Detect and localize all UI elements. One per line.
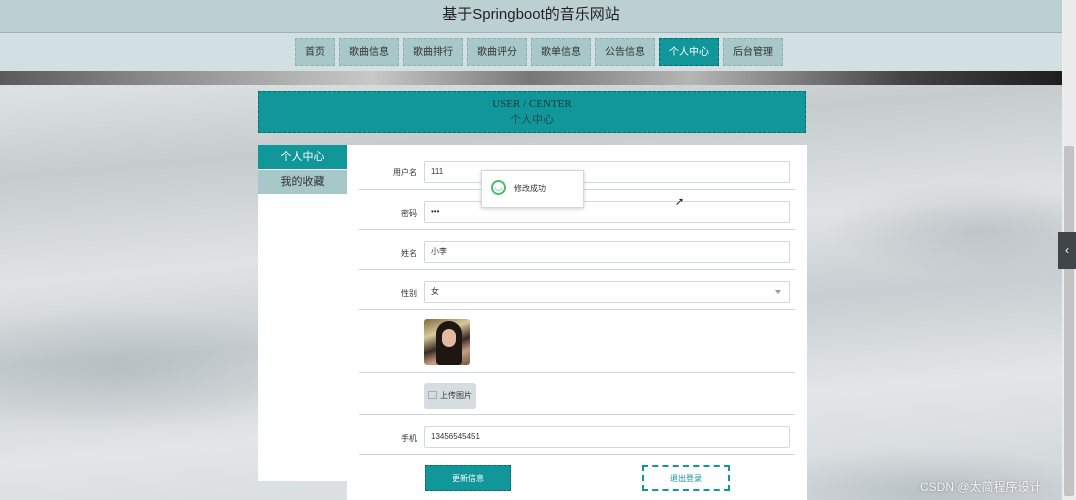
site-header: 基于Springboot的音乐网站 — [0, 0, 1062, 33]
nav-item-admin[interactable]: 后台管理 — [723, 38, 783, 66]
nav-item-personal-center[interactable]: 个人中心 — [659, 38, 719, 66]
name-input[interactable]: 小李 — [424, 241, 790, 263]
phone-input[interactable]: 13456545451 — [424, 426, 790, 448]
gender-select-value: 女 — [431, 287, 439, 296]
sidebar-item-favorites[interactable]: 我的收藏 — [258, 170, 347, 194]
nav-item-announcements[interactable]: 公告信息 — [595, 38, 655, 66]
image-icon — [428, 391, 437, 399]
upload-image-label: 上传图片 — [440, 391, 472, 400]
avatar-face — [442, 329, 456, 347]
username-input[interactable]: 111 — [424, 161, 790, 183]
form-row-gender: 性别 女 — [359, 269, 795, 310]
nav-item-playlist-info[interactable]: 歌单信息 — [531, 38, 591, 66]
mouse-cursor-icon: ➚ — [675, 196, 685, 208]
update-info-button[interactable]: 更新信息 — [425, 465, 511, 491]
nav-item-song-ranking[interactable]: 歌曲排行 — [403, 38, 463, 66]
password-input[interactable]: ••• — [424, 201, 790, 223]
nav-bar: 首页 歌曲信息 歌曲排行 歌曲评分 歌单信息 公告信息 个人中心 后台管理 — [0, 33, 1062, 71]
chevron-left-icon: ‹ — [1065, 243, 1069, 257]
logout-button[interactable]: 退出登录 — [642, 465, 730, 491]
page-scrollbar-thumb[interactable] — [1064, 146, 1074, 496]
banner-image-strip — [0, 71, 1062, 85]
watermark: CSDN @太简程序设计 — [920, 480, 1042, 494]
site-title: 基于Springboot的音乐网站 — [442, 6, 620, 23]
form-row-name: 姓名 小李 — [359, 229, 795, 270]
sidebar-item-personal-center[interactable]: 个人中心 — [258, 145, 347, 169]
password-label: 密码 — [401, 209, 417, 218]
username-label: 用户名 — [393, 168, 417, 177]
gender-select[interactable]: 女 — [424, 281, 790, 303]
section-header: USER / CENTER 个人中心 — [258, 91, 806, 133]
main-nav: 首页 歌曲信息 歌曲排行 歌曲评分 歌单信息 公告信息 个人中心 后台管理 — [295, 38, 783, 66]
gender-label: 性别 — [401, 289, 417, 298]
avatar — [424, 319, 470, 365]
nav-item-home[interactable]: 首页 — [295, 38, 335, 66]
phone-label: 手机 — [401, 434, 417, 443]
sidebar: 个人中心 我的收藏 — [258, 145, 347, 481]
toast-message: 修改成功 — [514, 184, 546, 193]
chevron-down-icon — [775, 290, 781, 294]
nav-item-song-rating[interactable]: 歌曲评分 — [467, 38, 527, 66]
nav-item-song-info[interactable]: 歌曲信息 — [339, 38, 399, 66]
success-toast: ◡ 修改成功 — [481, 170, 584, 208]
side-panel-toggle[interactable]: ‹ — [1058, 232, 1076, 269]
upload-image-button[interactable]: 上传图片 — [424, 383, 476, 409]
section-header-en: USER / CENTER — [492, 98, 572, 110]
name-label: 姓名 — [401, 249, 417, 258]
form-row-phone: 手机 13456545451 — [359, 414, 795, 455]
section-header-zh: 个人中心 — [510, 114, 554, 126]
smiley-icon: ◡ — [491, 180, 506, 195]
